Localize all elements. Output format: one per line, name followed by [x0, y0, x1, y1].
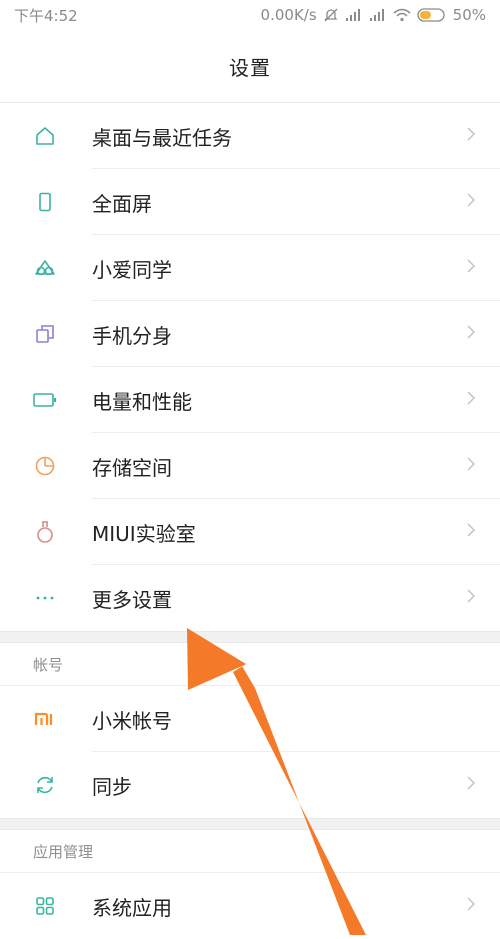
settings-item-label: 更多设置	[92, 587, 172, 612]
settings-item-mi-account[interactable]: 小米帐号	[0, 686, 500, 752]
settings-item-fullscreen[interactable]: 全面屏	[0, 169, 500, 235]
settings-item-battery[interactable]: 电量和性能	[0, 367, 500, 433]
signal-icon-2	[369, 8, 387, 22]
settings-item-label: 小爱同学	[92, 257, 172, 282]
sync-icon	[31, 771, 59, 799]
wifi-icon	[393, 8, 411, 22]
settings-item-label: 手机分身	[92, 323, 172, 348]
section-header-account: 帐号	[0, 643, 500, 686]
settings-item-label: 同步	[92, 774, 132, 799]
settings-item-sync[interactable]: 同步	[0, 752, 500, 818]
chevron-right-icon	[466, 258, 476, 278]
page-title: 设置	[229, 55, 271, 80]
account-section: 帐号 小米帐号 同步	[0, 643, 500, 818]
home-icon	[31, 122, 59, 150]
section-divider	[0, 631, 500, 643]
apps-section: 应用管理 系统应用	[0, 830, 500, 939]
chevron-right-icon	[466, 390, 476, 410]
settings-item-more-settings[interactable]: 更多设置	[0, 565, 500, 631]
battery-icon	[31, 386, 59, 414]
status-icons: 0.00K/s 50%	[261, 6, 486, 24]
grid-apps-icon	[31, 892, 59, 920]
chevron-right-icon	[466, 126, 476, 146]
settings-item-label: 系统应用	[92, 895, 172, 920]
chevron-right-icon	[466, 775, 476, 795]
settings-item-label: MIUI实验室	[92, 521, 196, 546]
chevron-right-icon	[466, 588, 476, 608]
chevron-right-icon	[466, 896, 476, 916]
chevron-right-icon	[466, 522, 476, 542]
chevron-right-icon	[466, 456, 476, 476]
flask-icon	[31, 518, 59, 546]
storage-pie-icon	[31, 452, 59, 480]
status-bar: 下午4:52 0.00K/s 50%	[0, 0, 500, 30]
battery-icon	[417, 8, 447, 22]
dual-app-icon	[31, 320, 59, 348]
settings-item-dual-apps[interactable]: 手机分身	[0, 301, 500, 367]
settings-item-label: 存储空间	[92, 455, 172, 480]
settings-item-storage[interactable]: 存储空间	[0, 433, 500, 499]
battery-indicator: 50%	[417, 6, 486, 24]
signal-icon	[345, 8, 363, 22]
battery-percent: 50%	[452, 6, 486, 24]
settings-item-label: 电量和性能	[92, 389, 192, 414]
section-divider	[0, 818, 500, 830]
more-dots-icon	[31, 584, 59, 612]
assistant-icon	[31, 254, 59, 282]
settings-item-system-apps[interactable]: 系统应用	[0, 873, 500, 939]
chevron-right-icon	[466, 324, 476, 344]
chevron-right-icon	[466, 192, 476, 212]
settings-item-label: 全面屏	[92, 191, 152, 216]
section-header-apps: 应用管理	[0, 830, 500, 873]
settings-list: 桌面与最近任务 全面屏 小爱同学 手机分身 电量和性能 存储空间 MIUI实验室…	[0, 103, 500, 631]
network-speed: 0.00K/s	[260, 6, 317, 24]
phone-icon	[31, 188, 59, 216]
settings-item-label: 小米帐号	[92, 708, 172, 733]
status-time: 下午4:52	[14, 6, 78, 25]
settings-item-xiaoai[interactable]: 小爱同学	[0, 235, 500, 301]
title-bar: 设置	[0, 30, 500, 103]
mute-bell-icon	[323, 7, 339, 23]
settings-item-desktop[interactable]: 桌面与最近任务	[0, 103, 500, 169]
mi-logo-icon	[31, 705, 59, 733]
settings-item-miui-lab[interactable]: MIUI实验室	[0, 499, 500, 565]
settings-item-label: 桌面与最近任务	[92, 125, 232, 150]
